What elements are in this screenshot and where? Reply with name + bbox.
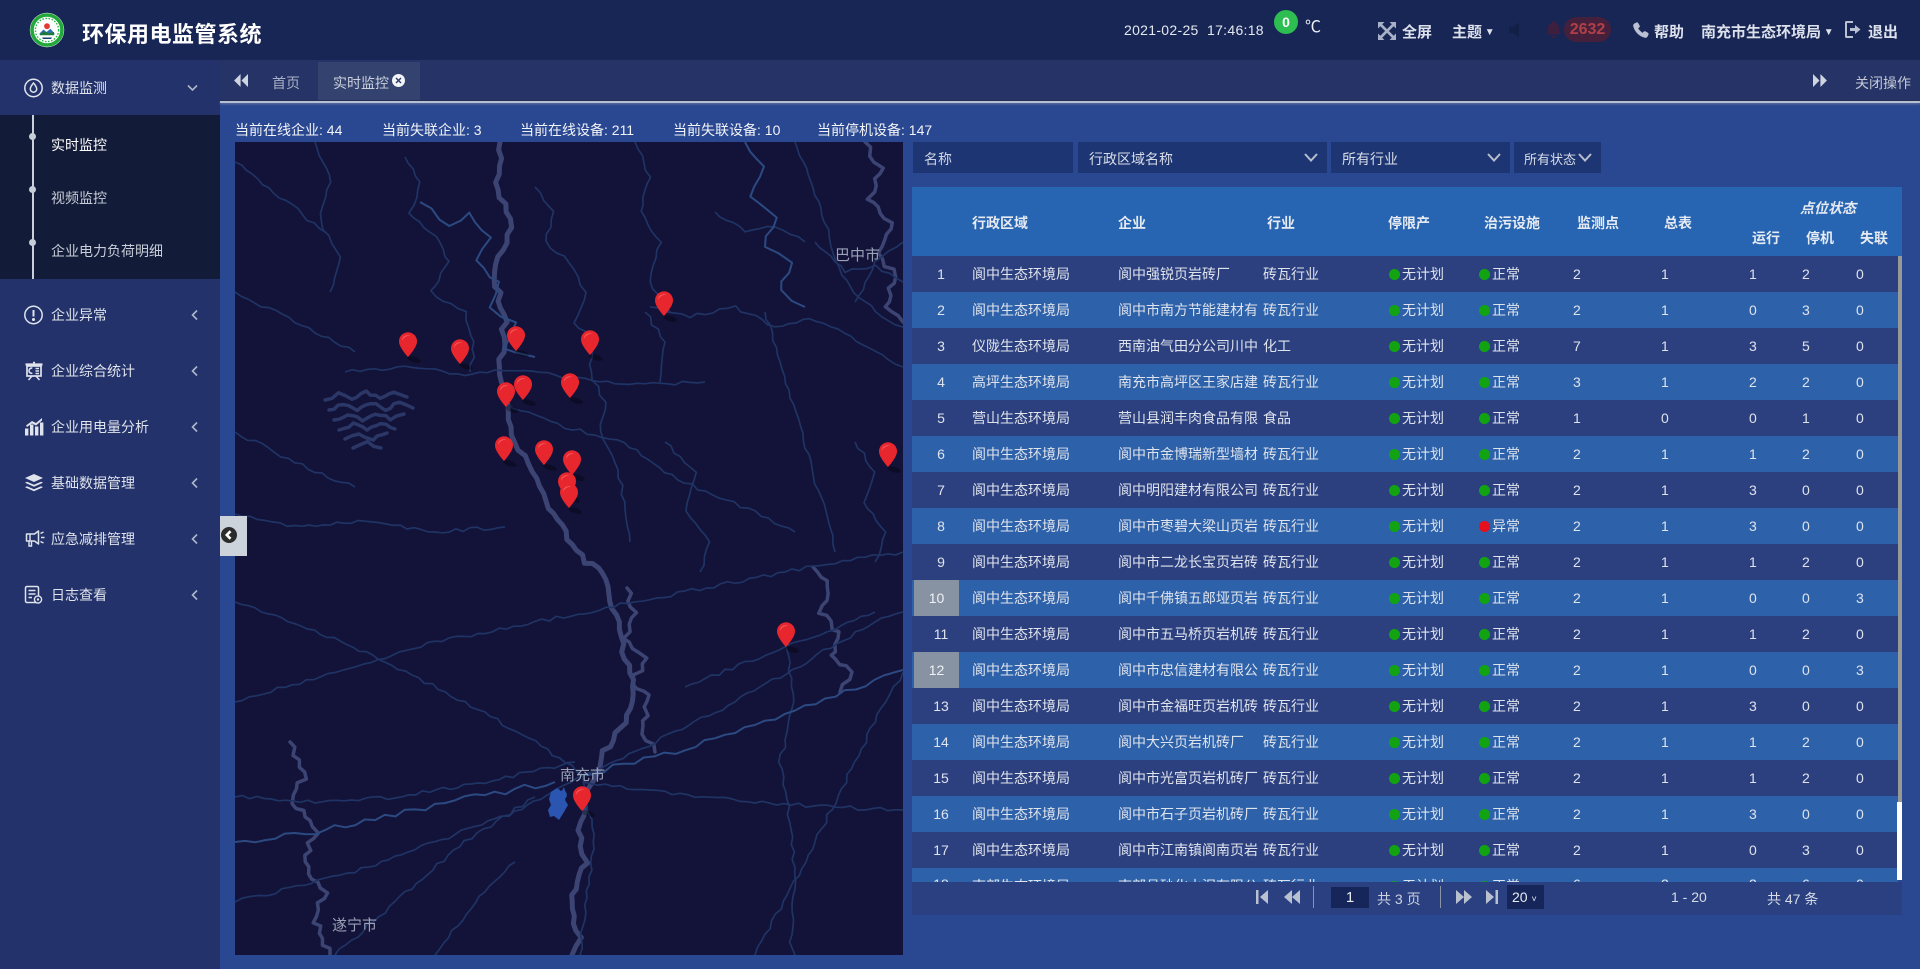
svg-text:巴中市: 巴中市 — [835, 247, 880, 264]
svg-text:南充市: 南充市 — [560, 767, 605, 784]
svg-text:遂宁市: 遂宁市 — [332, 917, 377, 934]
